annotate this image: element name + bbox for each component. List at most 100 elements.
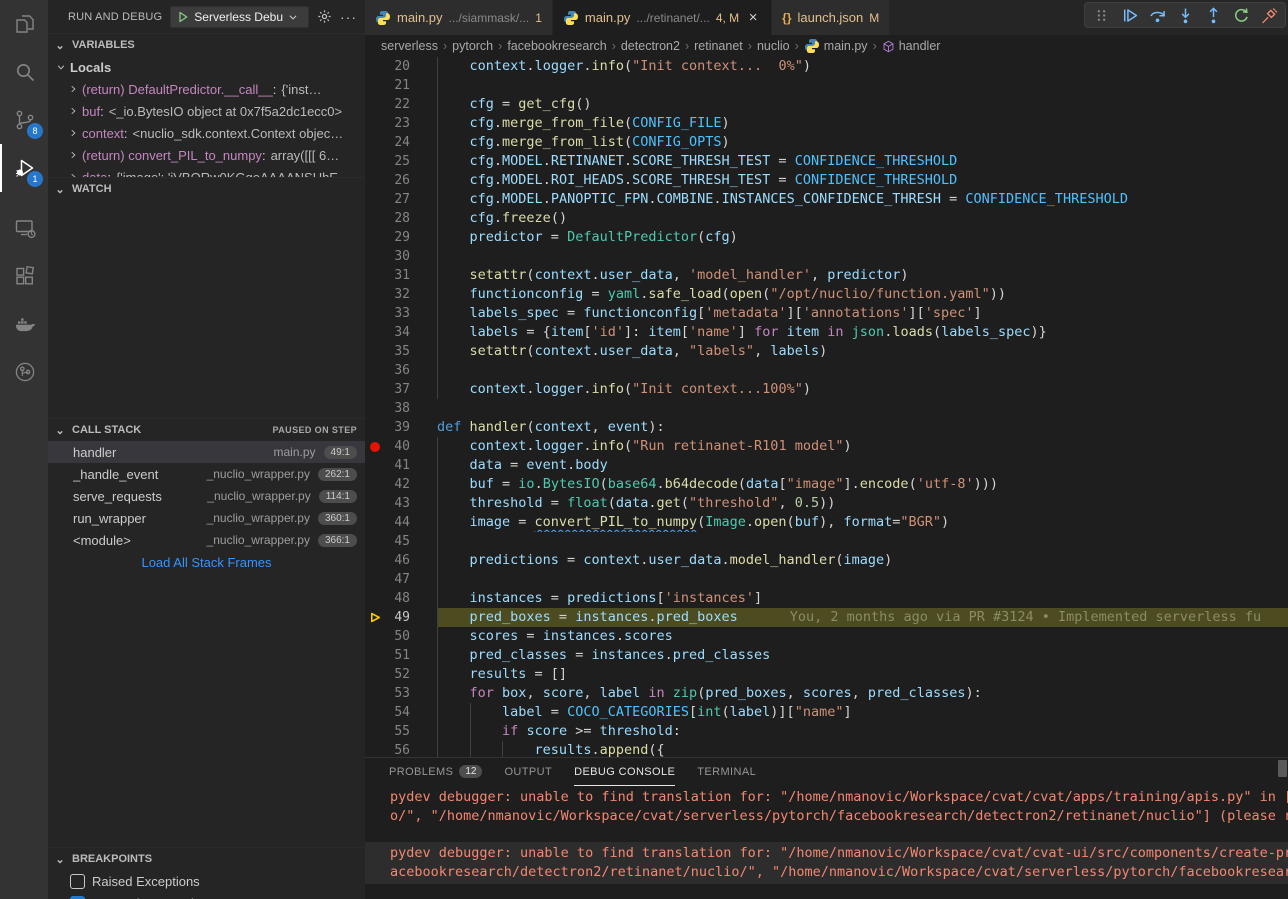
code-line[interactable]: 38 <box>365 399 1288 418</box>
breadcrumb-file[interactable]: main.py <box>804 38 868 54</box>
activity-item-git-graph[interactable] <box>0 348 48 396</box>
code-line[interactable]: 33 labels_spec = functionconfig['metadat… <box>365 304 1288 323</box>
variable-row[interactable]: (return) DefaultPredictor.__call__:{'ins… <box>48 78 365 100</box>
breadcrumb-item[interactable]: serverless <box>381 39 438 53</box>
code-line[interactable]: 51 pred_classes = instances.pred_classes <box>365 646 1288 665</box>
code-line[interactable]: 24 cfg.merge_from_list(CONFIG_OPTS) <box>365 133 1288 152</box>
panel-tab-problems[interactable]: PROBLEMS12 <box>389 758 482 786</box>
panel-tab-terminal[interactable]: TERMINAL <box>697 758 756 786</box>
breadcrumb-item[interactable]: nuclio <box>757 39 790 53</box>
activity-item-search[interactable] <box>0 48 48 96</box>
code-line[interactable]: 35 setattr(context.user_data, "labels", … <box>365 342 1288 361</box>
breadcrumb-item[interactable]: detectron2 <box>621 39 680 53</box>
activity-item-run-and-debug[interactable]: 1 <box>0 144 48 192</box>
tab-modified-badge: 1 <box>535 11 542 25</box>
token: "name" <box>795 704 844 720</box>
breadcrumb-item[interactable]: pytorch <box>452 39 493 53</box>
panel-scrollbar[interactable] <box>1278 760 1287 777</box>
editor-tab-launch.json[interactable]: {}launch.jsonM <box>772 0 890 35</box>
code-line[interactable]: 39def handler(context, event): <box>365 418 1288 437</box>
call-stack-frame[interactable]: run_wrapper_nuclio_wrapper.py360:1 <box>48 507 365 529</box>
editor-tab-main.py[interactable]: main.py.../siammask/...1 <box>365 0 553 35</box>
step-into-icon[interactable] <box>1173 3 1197 27</box>
code-line[interactable]: 21 <box>365 76 1288 95</box>
code-line[interactable]: 20 context.logger.info("Init context... … <box>365 57 1288 76</box>
breakpoints-header[interactable]: ⌄ BREAKPOINTS <box>48 848 365 870</box>
code-line[interactable]: 31 setattr(context.user_data, 'model_han… <box>365 266 1288 285</box>
activity-item-explorer[interactable] <box>0 0 48 48</box>
breakpoint-checkbox[interactable] <box>70 896 85 899</box>
restart-icon[interactable] <box>1229 3 1253 27</box>
code-line[interactable]: 44 image = convert_PIL_to_numpy(Image.op… <box>365 513 1288 532</box>
code-line[interactable]: 30 <box>365 247 1288 266</box>
close-icon[interactable]: × <box>745 9 761 26</box>
code-line[interactable]: 26 cfg.MODEL.ROI_HEADS.SCORE_THRESH_TEST… <box>365 171 1288 190</box>
editor-gutter: 37 <box>365 380 437 399</box>
breadcrumb-item[interactable]: retinanet <box>694 39 743 53</box>
panel-tab-debug-console[interactable]: DEBUG CONSOLE <box>574 758 675 786</box>
call-stack-header[interactable]: ⌄ CALL STACK PAUSED ON STEP <box>48 419 365 441</box>
code-line[interactable]: 34 labels = {item['id']: item['name'] fo… <box>365 323 1288 342</box>
continue-icon[interactable] <box>1117 3 1141 27</box>
console-message[interactable]: pydev debugger: unable to find translati… <box>365 842 1288 884</box>
code-line[interactable]: 47 <box>365 570 1288 589</box>
activity-item-docker[interactable] <box>0 300 48 348</box>
code-line[interactable]: 27 cfg.MODEL.PANOPTIC_FPN.COMBINE.INSTAN… <box>365 190 1288 209</box>
variable-row[interactable]: (return) convert_PIL_to_numpy:array([[[ … <box>48 144 365 166</box>
breadcrumb-item[interactable]: facebookresearch <box>507 39 606 53</box>
step-over-icon[interactable] <box>1145 3 1169 27</box>
editor-tab-main.py[interactable]: main.py.../retinanet/...4, M× <box>553 0 772 35</box>
call-stack-frame[interactable]: handlermain.py49:1 <box>48 441 365 463</box>
more-actions-icon[interactable]: ··· <box>340 9 357 25</box>
code-line[interactable]: 40 context.logger.info("Run retinanet-R1… <box>365 437 1288 456</box>
disconnect-icon[interactable] <box>1257 3 1281 27</box>
code-line[interactable]: 25 cfg.MODEL.RETINANET.SCORE_THRESH_TEST… <box>365 152 1288 171</box>
activity-item-extensions[interactable] <box>0 252 48 300</box>
code-line[interactable]: 41 data = event.body <box>365 456 1288 475</box>
console-message[interactable]: pydev debugger: unable to find translati… <box>365 786 1288 828</box>
current-frame-icon[interactable] <box>365 611 385 624</box>
code-line[interactable]: 42 buf = io.BytesIO(base64.b64decode(dat… <box>365 475 1288 494</box>
code-line[interactable]: 28 cfg.freeze() <box>365 209 1288 228</box>
variable-row[interactable]: data:{'image': 'iVBORw0KGgoAAAANSUhE… <box>48 166 365 177</box>
code-line[interactable]: 43 threshold = float(data.get("threshold… <box>365 494 1288 513</box>
variable-row[interactable]: context:<nuclio_sdk.context.Context obje… <box>48 122 365 144</box>
variables-header[interactable]: ⌄ VARIABLES <box>48 34 365 56</box>
debug-config-dropdown[interactable]: Serverless Debu <box>170 6 309 28</box>
code-line[interactable]: 29 predictor = DefaultPredictor(cfg) <box>365 228 1288 247</box>
code-line[interactable]: 52 results = [] <box>365 665 1288 684</box>
breadcrumb-symbol[interactable]: handler <box>882 39 941 53</box>
breakpoint-icon[interactable] <box>365 442 385 452</box>
panel-tab-output[interactable]: OUTPUT <box>504 758 552 786</box>
code-line[interactable]: 46 predictions = context.user_data.model… <box>365 551 1288 570</box>
breakpoint-checkbox[interactable] <box>70 874 85 889</box>
code-line[interactable]: 56 results.append({ <box>365 741 1288 757</box>
code-line[interactable]: 37 context.logger.info("Init context...1… <box>365 380 1288 399</box>
code-line[interactable]: 45 <box>365 532 1288 551</box>
gear-icon[interactable] <box>317 9 332 24</box>
watch-header[interactable]: ⌄ WATCH <box>48 178 365 200</box>
code-line[interactable]: 55 if score >= threshold: <box>365 722 1288 741</box>
activity-item-source-control[interactable]: 8 <box>0 96 48 144</box>
code-line[interactable]: 53 for box, score, label in zip(pred_box… <box>365 684 1288 703</box>
call-stack-frame[interactable]: <module>_nuclio_wrapper.py366:1 <box>48 529 365 551</box>
code-line[interactable]: 54 label = COCO_CATEGORIES[int(label)]["… <box>365 703 1288 722</box>
variables-scope-locals[interactable]: Locals <box>48 56 365 78</box>
code-line[interactable]: 22 cfg = get_cfg() <box>365 95 1288 114</box>
code-line[interactable]: 49 pred_boxes = instances.pred_boxesYou,… <box>365 608 1288 627</box>
code-line[interactable]: 32 functionconfig = yaml.safe_load(open(… <box>365 285 1288 304</box>
call-stack-frame[interactable]: _handle_event_nuclio_wrapper.py262:1 <box>48 463 365 485</box>
variable-row[interactable]: buf:<_io.BytesIO object at 0x7f5a2dc1ecc… <box>48 100 365 122</box>
code-line[interactable]: 48 instances = predictions['instances'] <box>365 589 1288 608</box>
call-stack-frame[interactable]: serve_requests_nuclio_wrapper.py114:1 <box>48 485 365 507</box>
code-line[interactable]: 50 scores = instances.scores <box>365 627 1288 646</box>
start-debug-icon[interactable] <box>177 11 189 23</box>
code-line[interactable]: 36 <box>365 361 1288 380</box>
debug-console-output[interactable]: pydev debugger: unable to find translati… <box>365 786 1288 884</box>
token: model_handler <box>730 552 836 568</box>
load-all-stack-frames-link[interactable]: Load All Stack Frames <box>48 555 365 570</box>
code-line[interactable]: 23 cfg.merge_from_file(CONFIG_FILE) <box>365 114 1288 133</box>
activity-item-remote-explorer[interactable] <box>0 204 48 252</box>
editor[interactable]: 20 context.logger.info("Init context... … <box>365 57 1288 757</box>
step-out-icon[interactable] <box>1201 3 1225 27</box>
